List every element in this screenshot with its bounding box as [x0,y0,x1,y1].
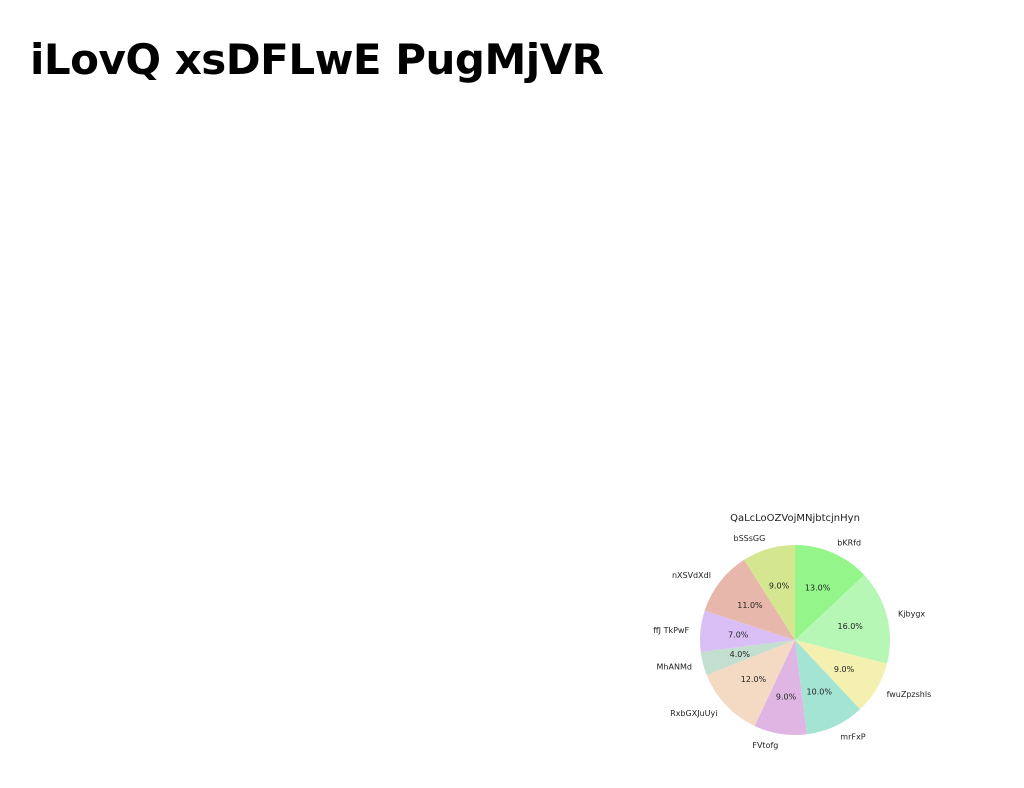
pie-category-label: bKRfd [837,538,861,547]
pie-category-label: mrFxP [840,732,865,741]
pie-category-label: RxbGXJuUyi [670,709,717,718]
pie-percent-label: 16.0% [837,622,863,631]
pie-category-label: FVtofg [752,741,778,750]
pie-percent-label: 4.0% [730,650,751,659]
pie-category-label: nXSVdXdl [672,571,711,580]
pie-slices [700,545,891,735]
chart-title: QaLcLoOZVojMNjbtcjnHyn [730,513,860,524]
pie-percent-label: 9.0% [776,692,797,701]
pie-category-label: ffJ TkPwF [653,626,689,635]
pie-category-label: MhANMd [657,662,692,671]
pie-percent-label: 12.0% [741,675,767,684]
pie-category-label: bSSsGG [734,534,766,543]
pie-chart-svg: QaLcLoOZVojMNjbtcjnHyn 13.0% 16.0% 9.0% 10.… [653,513,932,750]
page-title: iLovQ xsDFLwE PugMjVR [30,35,604,84]
pie-percent-label: 11.0% [737,601,763,610]
pie-chart: QaLcLoOZVojMNjbtcjnHyn 13.0% 16.0% 9.0% 10.… [640,505,950,770]
pie-category-label: fwuZpzshls [887,690,932,699]
pie-percent-label: 13.0% [805,584,831,593]
pie-percent-label: 9.0% [769,581,790,590]
pie-percent-label: 10.0% [807,688,833,697]
pie-percent-label: 9.0% [834,665,855,674]
pie-percent-label: 7.0% [728,631,749,640]
pie-category-label: Kjbygx [898,610,925,619]
